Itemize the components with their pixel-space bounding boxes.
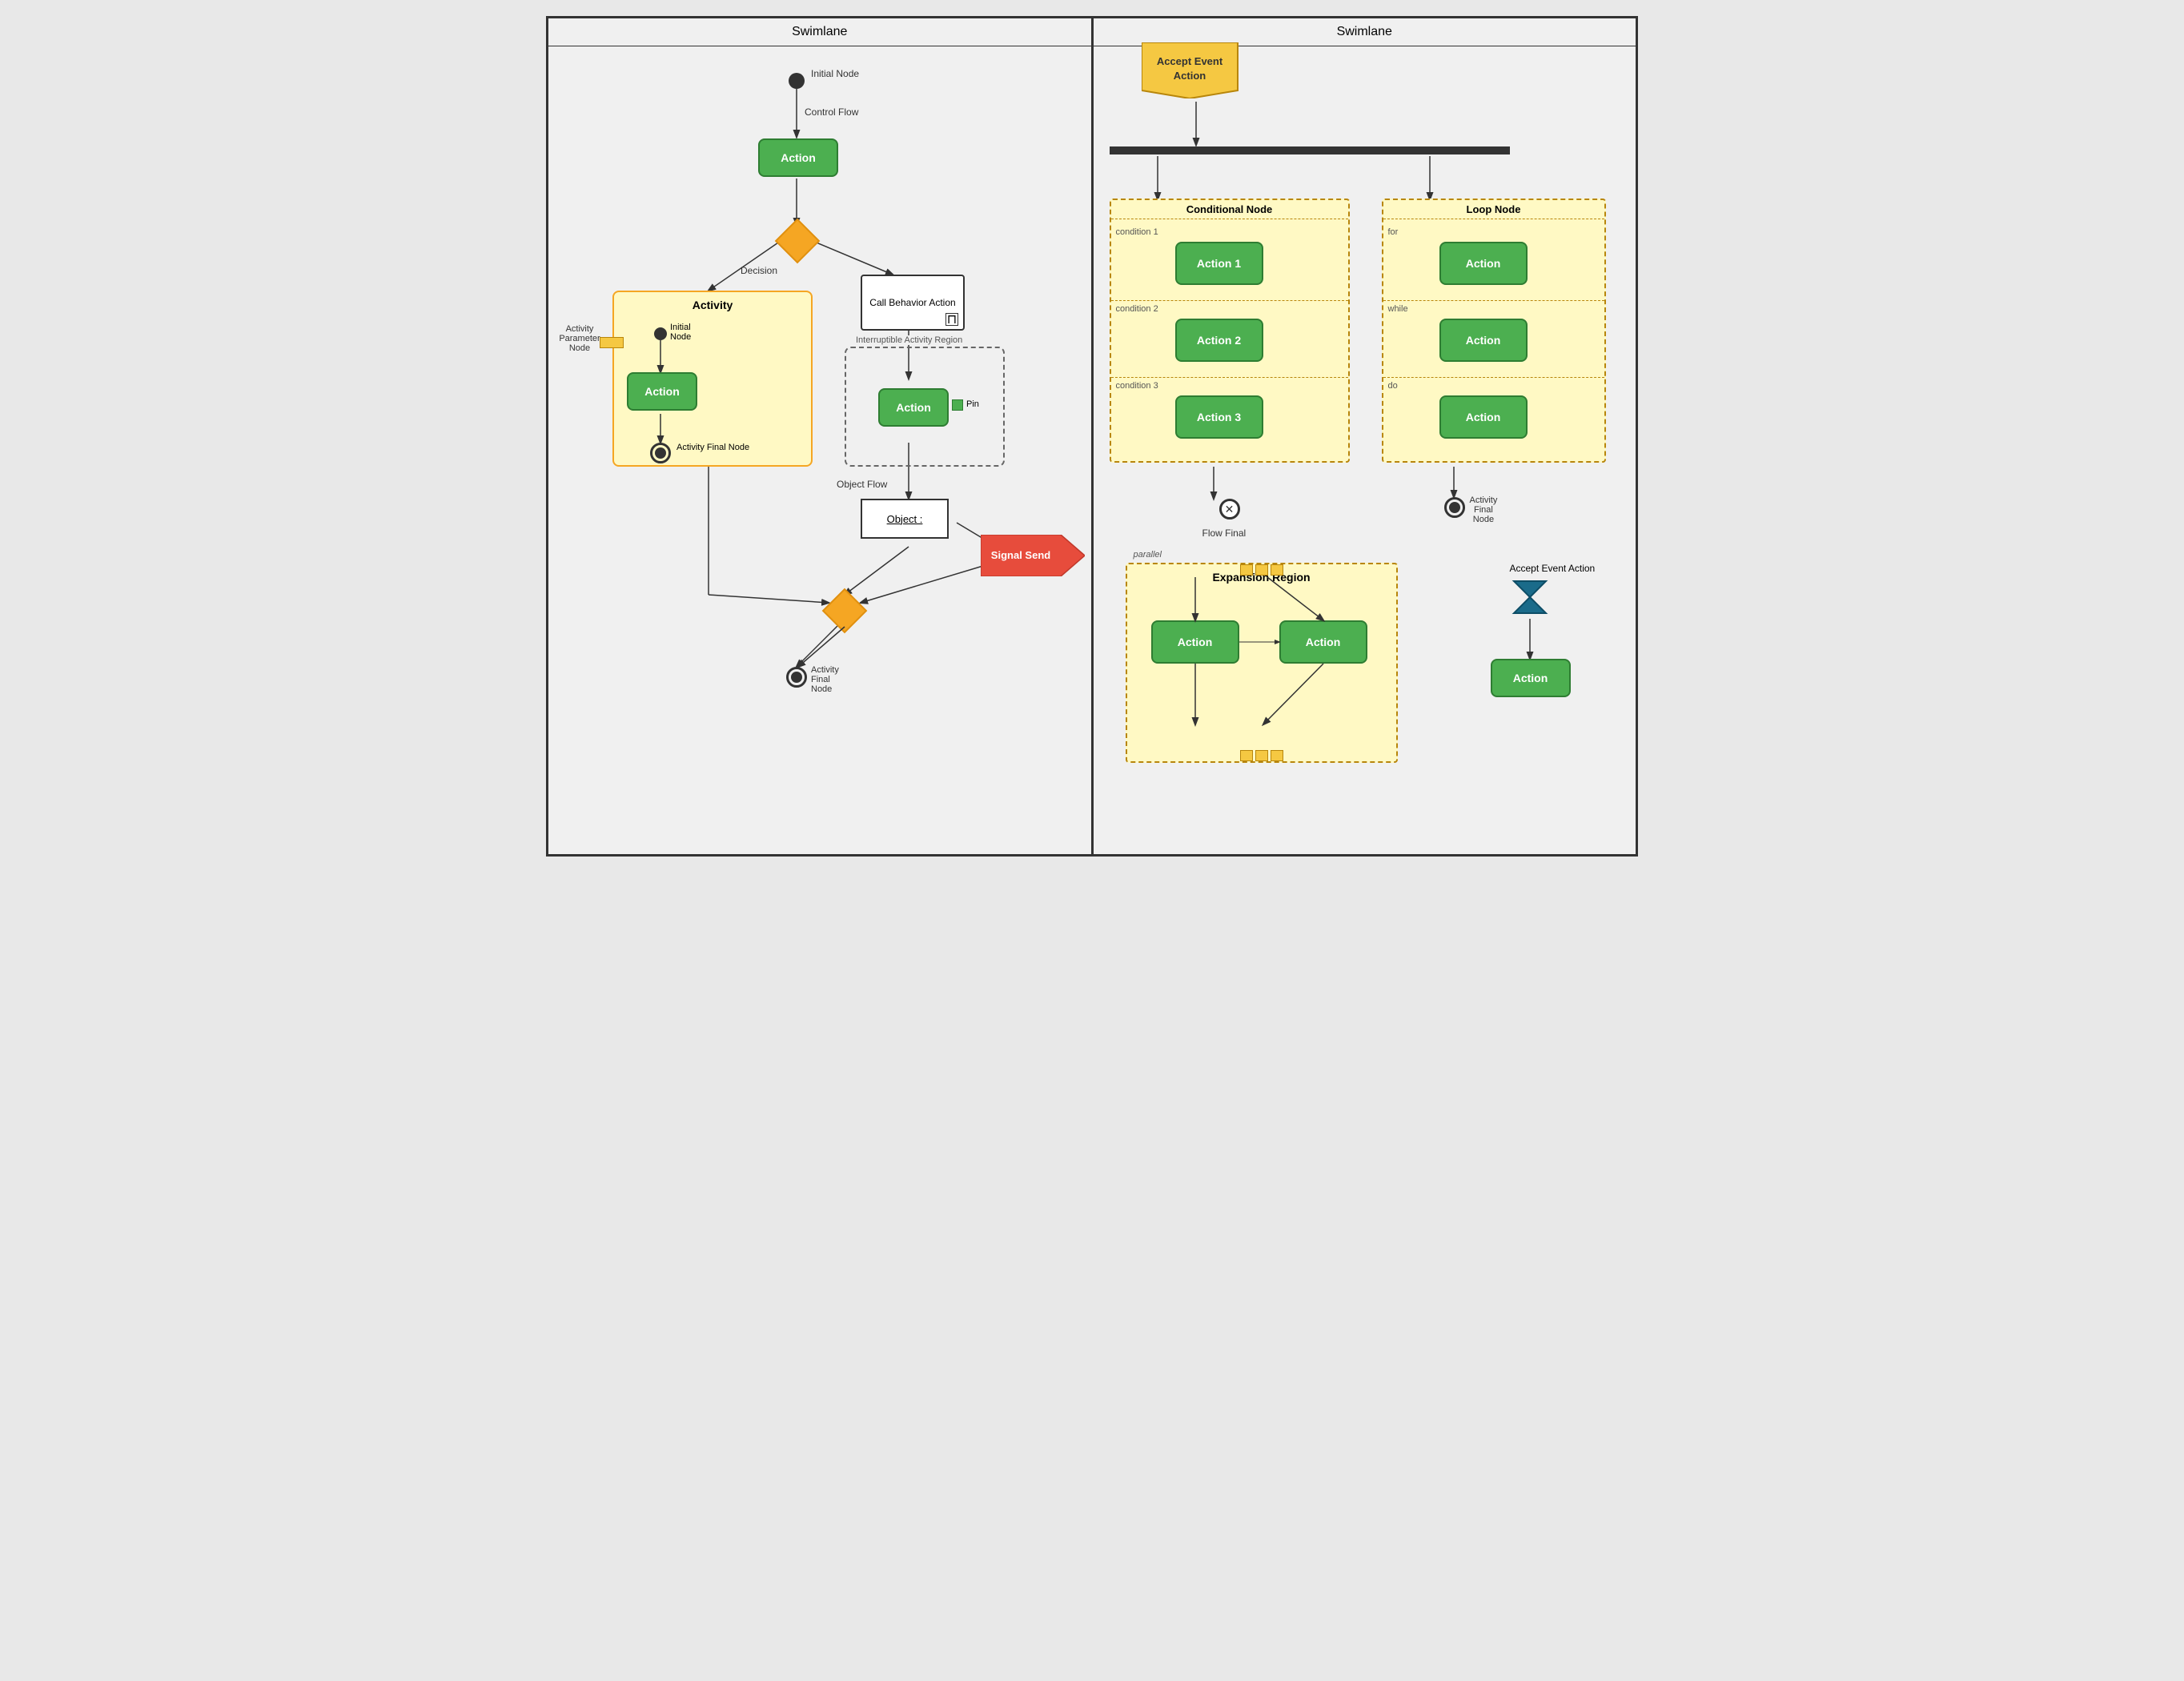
call-behavior-action[interactable]: Call Behavior Action ⊓ (861, 275, 965, 331)
accept-event2-label: Accept Event Action (1510, 563, 1596, 574)
condition3-label: condition 3 (1116, 381, 1158, 391)
exp-action1[interactable]: Action (1151, 620, 1239, 664)
loop-node-header: Loop Node (1383, 200, 1604, 219)
object-node[interactable]: Object : (861, 499, 949, 539)
parallel-label: parallel (1134, 550, 1162, 560)
loop-node: Loop Node for Action while Action do Act… (1382, 199, 1606, 463)
pin-label: Pin (966, 399, 979, 409)
inner-final-label: Activity Final Node (676, 443, 749, 452)
cond-action2[interactable]: Action 2 (1175, 319, 1263, 362)
for-label: for (1388, 227, 1399, 237)
decision-label: Decision (741, 265, 777, 276)
activity-label: Activity (693, 299, 733, 311)
control-flow-label: Control Flow (805, 106, 858, 118)
svg-text:Signal Send: Signal Send (991, 549, 1050, 561)
interruptible-action[interactable]: Action (878, 388, 949, 427)
exp-action2[interactable]: Action (1279, 620, 1367, 664)
conditional-node-header: Conditional Node (1111, 200, 1348, 219)
svg-text:Action: Action (1173, 70, 1206, 82)
pin-box (952, 399, 963, 411)
interruptible-label: Interruptible Activity Region (854, 335, 964, 345)
accept-event-action[interactable]: Accept Event Action (1142, 42, 1254, 102)
right-final-label: ActivityFinalNode (1470, 495, 1498, 524)
left-swimlane: Swimlane (548, 18, 1093, 855)
initial-node-label: Initial Node (811, 68, 859, 79)
loop-action2[interactable]: Action (1439, 319, 1528, 362)
do-label: do (1388, 381, 1398, 391)
cond-action1[interactable]: Action 1 (1175, 242, 1263, 285)
inner-initial-node (654, 327, 667, 340)
object-flow-label: Object Flow (837, 479, 887, 490)
while-label: while (1388, 304, 1408, 314)
loop-action3[interactable]: Action (1439, 395, 1528, 439)
bottom-final-node (786, 667, 807, 688)
loop-action1[interactable]: Action (1439, 242, 1528, 285)
activity-container: Activity InitialNode Action Activity Fi (612, 291, 813, 467)
conditional-node: Conditional Node condition 1 Action 1 co… (1110, 199, 1350, 463)
bottom-expansion-pins (1240, 750, 1283, 761)
activity-param-label: Activity Parameter Node (552, 324, 608, 353)
signal-send[interactable]: Signal Send (981, 535, 1085, 580)
expansion-region: parallel Expansion Region Action Action (1126, 563, 1398, 763)
inner-action-box[interactable]: Action (627, 372, 697, 411)
action-box-1[interactable]: Action (758, 138, 838, 177)
svg-text:Accept Event: Accept Event (1156, 55, 1222, 67)
bottom-diamond (822, 588, 868, 634)
right-swimlane: Swimlane (1093, 18, 1637, 855)
right-final-node (1444, 497, 1465, 518)
flow-final (1219, 499, 1240, 520)
left-swimlane-header: Swimlane (548, 18, 1091, 46)
accept-event-action-2[interactable]: Accept Event Action (1510, 563, 1596, 621)
inner-initial-label: InitialNode (670, 323, 691, 342)
flow-final-label: Flow Final (1202, 528, 1247, 539)
top-expansion-pins (1240, 564, 1283, 576)
bottom-final-label: ActivityFinalNode (811, 665, 839, 694)
initial-node (789, 73, 805, 89)
inner-final-node (650, 443, 671, 463)
condition2-label: condition 2 (1116, 304, 1158, 314)
cond-action3[interactable]: Action 3 (1175, 395, 1263, 439)
accept-event2-action[interactable]: Action (1491, 659, 1571, 697)
fork-bar (1110, 146, 1510, 154)
interruptible-region: Interruptible Activity Region Action Pin (845, 347, 1005, 467)
condition1-label: condition 1 (1116, 227, 1158, 237)
decision-diamond (775, 219, 821, 264)
diagram-container: Swimlane (546, 16, 1638, 857)
